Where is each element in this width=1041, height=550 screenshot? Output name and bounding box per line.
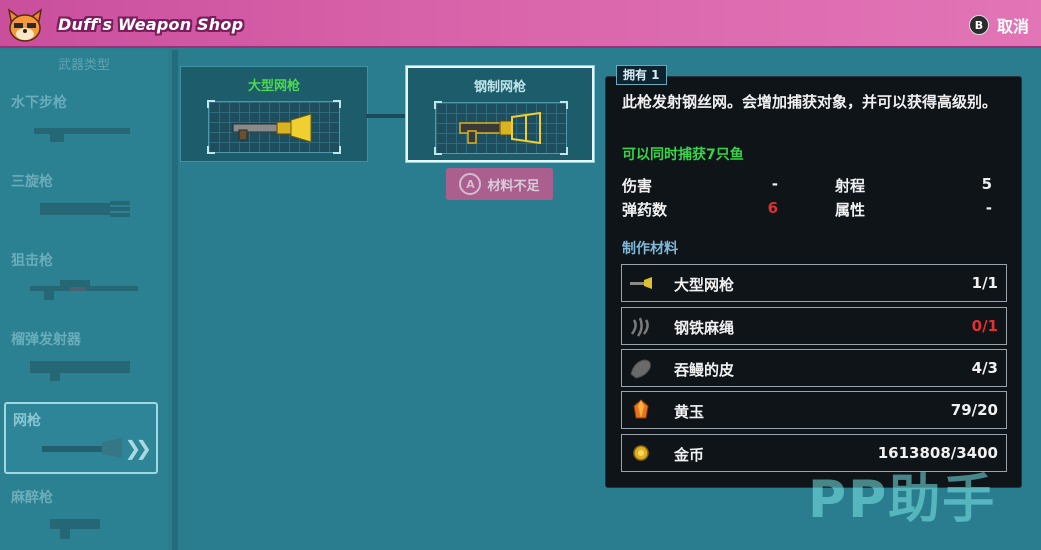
material-row: 黄玉 79/20 <box>621 391 1007 429</box>
cancel-button[interactable]: B 取消 <box>968 13 1029 37</box>
weapon-node-label: 钢制网枪 <box>473 80 526 95</box>
steel-rope-icon <box>630 317 649 337</box>
weapon-node-label: 大型网枪 <box>247 79 300 94</box>
sidebar-item-tranquilizer-gun[interactable]: 麻醉枪 <box>4 481 158 550</box>
material-count: 79/20 <box>950 401 998 419</box>
triple-gun-icon <box>40 201 130 217</box>
net-gun-icon <box>630 277 652 289</box>
fox-mascot-icon <box>7 8 43 42</box>
weapon-node-steel-net-gun[interactable]: 钢制网枪 <box>406 66 594 162</box>
weapon-preview-grid <box>434 101 568 155</box>
topaz-icon <box>633 399 649 419</box>
stat-range-label: 射程 <box>835 177 866 195</box>
cancel-label: 取消 <box>996 17 1029 36</box>
weapon-description: 此枪发射钢丝网。会增加捕获对象，并可以获得高级别。 <box>622 93 998 111</box>
sidebar-item-label: 三旋枪 <box>11 174 53 190</box>
tranquilizer-gun-icon <box>50 519 100 539</box>
material-count: 1/1 <box>971 274 998 292</box>
material-name: 金币 <box>674 446 705 464</box>
sidebar-item-grenade-launcher[interactable]: 榴弹发射器 <box>4 323 158 395</box>
b-button-icon: B <box>968 15 989 35</box>
sniper-icon <box>30 280 138 300</box>
header-bar: Duff's Weapon Shop B 取消 <box>0 0 1041 48</box>
stat-range-value: 5 <box>981 175 992 193</box>
rifle-icon <box>34 128 130 142</box>
sidebar-item-underwater-rifle[interactable]: 水下步枪 <box>4 86 158 158</box>
material-count: 0/1 <box>971 317 998 335</box>
gold-coin-icon <box>633 445 649 461</box>
craft-button[interactable]: A 材料不足 <box>446 168 553 200</box>
stat-ammo-value: 6 <box>767 199 778 217</box>
sidebar-item-label: 网枪 <box>13 413 41 429</box>
large-net-gun-icon <box>232 113 312 143</box>
grenade-launcher-icon <box>30 361 130 381</box>
sidebar-heading: 武器类型 <box>57 58 110 73</box>
material-row: 金币 1613808/3400 <box>621 434 1007 472</box>
material-name: 钢铁麻绳 <box>674 319 735 337</box>
material-row: 大型网枪 1/1 <box>621 264 1007 302</box>
material-row: 吞鳗的皮 4/3 <box>621 349 1007 387</box>
material-row: 钢铁麻绳 0/1 <box>621 307 1007 345</box>
weapon-bonus-text: 可以同时捕获7只鱼 <box>622 147 744 163</box>
stat-damage-label: 伤害 <box>622 177 653 195</box>
eel-skin-icon <box>630 359 651 379</box>
owned-count-badge: 拥有 1 <box>616 65 667 85</box>
sidebar-item-label: 麻醉枪 <box>11 490 53 506</box>
materials-title: 制作材料 <box>622 241 678 257</box>
weapon-preview-grid <box>207 100 341 154</box>
pp-assistant-watermark: PP助手 <box>808 470 997 530</box>
sidebar-item-label: 榴弹发射器 <box>11 332 81 348</box>
shop-title: Duff's Weapon Shop <box>58 15 244 34</box>
stat-attribute-value: - <box>985 199 992 217</box>
stat-ammo-label: 弹药数 <box>622 201 668 219</box>
sidebar-item-label: 水下步枪 <box>11 95 67 111</box>
sidebar-item-triple-gun[interactable]: 三旋枪 <box>4 165 158 237</box>
weapon-type-sidebar: 武器类型 水下步枪 三旋枪 狙击枪 榴弹发射器 网枪 ❯❯ 麻醉枪 <box>0 50 168 550</box>
sidebar-item-sniper[interactable]: 狙击枪 <box>4 244 158 316</box>
material-count: 1613808/3400 <box>877 444 998 462</box>
weapon-node-large-net-gun[interactable]: 大型网枪 <box>180 66 368 162</box>
material-count: 4/3 <box>971 359 998 377</box>
material-name: 大型网枪 <box>674 276 735 294</box>
craft-status-label: 材料不足 <box>487 178 540 194</box>
weapon-upgrade-tree: 大型网枪 钢制网枪 A 材料不足 <box>178 50 608 550</box>
steel-net-gun-icon <box>459 111 541 145</box>
chevron-right-icon: ❯❯ <box>124 436 151 460</box>
stat-damage-value: - <box>771 175 778 193</box>
sidebar-item-net-gun[interactable]: 网枪 ❯❯ <box>4 402 158 474</box>
sidebar-item-label: 狙击枪 <box>11 253 53 269</box>
a-button-icon: A <box>459 173 482 195</box>
tree-connector <box>366 114 406 118</box>
material-name: 吞鳗的皮 <box>674 361 735 379</box>
material-name: 黄玉 <box>674 403 705 421</box>
stat-attribute-label: 属性 <box>835 201 866 219</box>
